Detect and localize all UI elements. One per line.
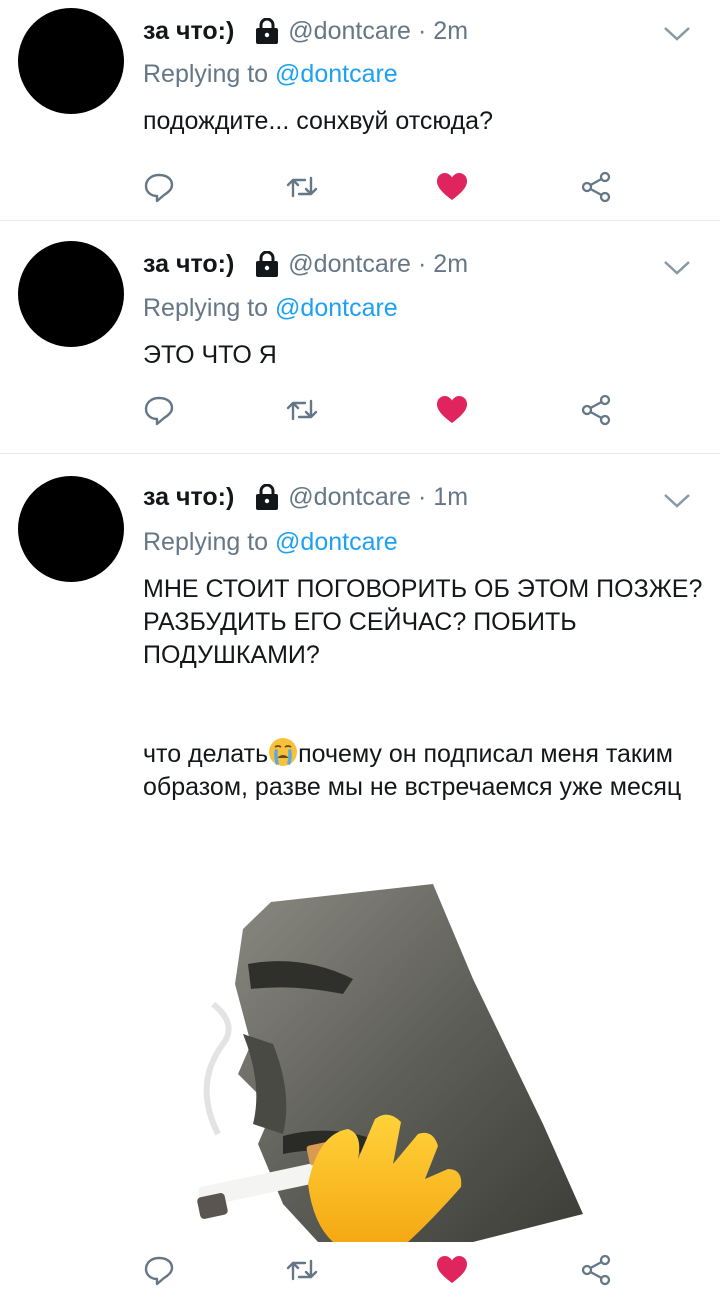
like-button[interactable] (432, 1250, 472, 1290)
lock-icon (256, 484, 279, 510)
tweet-text: ЭТО ЧТО Я (143, 341, 277, 369)
avatar[interactable] (18, 241, 124, 347)
handle[interactable]: @dontcare (288, 483, 411, 512)
tweet-text: подождите... сонхвуй отсюда? (143, 107, 493, 135)
timestamp[interactable]: 1m (433, 483, 468, 512)
heart-icon (437, 1256, 467, 1283)
chevron-down-icon[interactable] (662, 491, 692, 511)
display-name[interactable]: за что:) (143, 483, 234, 512)
mention-link[interactable]: @dontcare (275, 294, 398, 322)
share-button[interactable] (576, 1250, 616, 1290)
tweet-header: за что:) @dontcare · 2m (143, 246, 468, 282)
tweet-header: за что:) @dontcare · 1m (143, 479, 468, 515)
handle[interactable]: @dontcare (288, 17, 411, 46)
heart-icon (437, 396, 467, 423)
display-name[interactable]: за что:) (143, 17, 234, 46)
mention-link[interactable]: @dontcare (275, 528, 398, 556)
tweet-actions (0, 390, 720, 430)
tweet-text-second-paragraph: что делать почему он подписал меня таким … (143, 737, 703, 804)
handle[interactable]: @dontcare (288, 250, 411, 279)
replying-to-label: Replying to (143, 528, 269, 556)
separator: · (417, 249, 427, 278)
share-icon (581, 1254, 611, 1286)
reply-button[interactable] (139, 1250, 179, 1290)
heart-icon (437, 173, 467, 200)
tweet-text: МНЕ СТОИТ ПОГОВОРИТЬ ОБ ЭТОМ ПОЗЖЕ? РАЗБ… (143, 575, 703, 669)
tweet-text-part: что делать (143, 740, 269, 768)
tweet-media[interactable] (143, 884, 683, 1242)
lock-icon (256, 18, 279, 44)
separator: · (417, 482, 427, 511)
avatar[interactable] (18, 476, 124, 582)
retweet-button[interactable] (282, 167, 322, 207)
display-name[interactable]: за что:) (143, 250, 234, 279)
tweet[interactable]: за что:) @dontcare · 2m Replying to @don… (0, 221, 720, 454)
lock-icon (256, 251, 279, 277)
reply-icon (144, 173, 174, 203)
mention-link[interactable]: @dontcare (275, 60, 398, 88)
replying-to: Replying to @dontcare (143, 60, 398, 89)
reply-button[interactable] (139, 390, 179, 430)
share-button[interactable] (576, 167, 616, 207)
chevron-down-icon[interactable] (662, 24, 692, 44)
reply-button[interactable] (139, 167, 179, 207)
tweet-header: за что:) @dontcare · 2m (143, 13, 468, 49)
retweet-button[interactable] (282, 390, 322, 430)
chevron-down-icon[interactable] (662, 258, 692, 278)
separator: · (417, 16, 427, 45)
timestamp[interactable]: 2m (433, 17, 468, 46)
share-button[interactable] (576, 390, 616, 430)
retweet-icon (286, 176, 318, 198)
tweet[interactable]: за что:) @dontcare · 1m Replying to @don… (0, 454, 720, 1298)
retweet-button[interactable] (282, 1250, 322, 1290)
tweet[interactable]: за что:) @dontcare · 2m Replying to @don… (0, 0, 720, 221)
retweet-icon (286, 399, 318, 421)
replying-to-label: Replying to (143, 60, 269, 88)
like-button[interactable] (432, 167, 472, 207)
replying-to-label: Replying to (143, 294, 269, 322)
avatar[interactable] (18, 8, 124, 114)
tweet-actions (0, 1250, 720, 1290)
like-button[interactable] (432, 390, 472, 430)
share-icon (581, 394, 611, 426)
moai-smoking-image (197, 884, 583, 1242)
retweet-icon (286, 1259, 318, 1281)
replying-to: Replying to @dontcare (143, 294, 398, 323)
tweet-actions (0, 167, 720, 207)
timestamp[interactable]: 2m (433, 250, 468, 279)
crying-face-icon (269, 738, 298, 766)
reply-icon (144, 1256, 174, 1286)
share-icon (581, 171, 611, 203)
reply-icon (144, 396, 174, 426)
replying-to: Replying to @dontcare (143, 528, 398, 557)
